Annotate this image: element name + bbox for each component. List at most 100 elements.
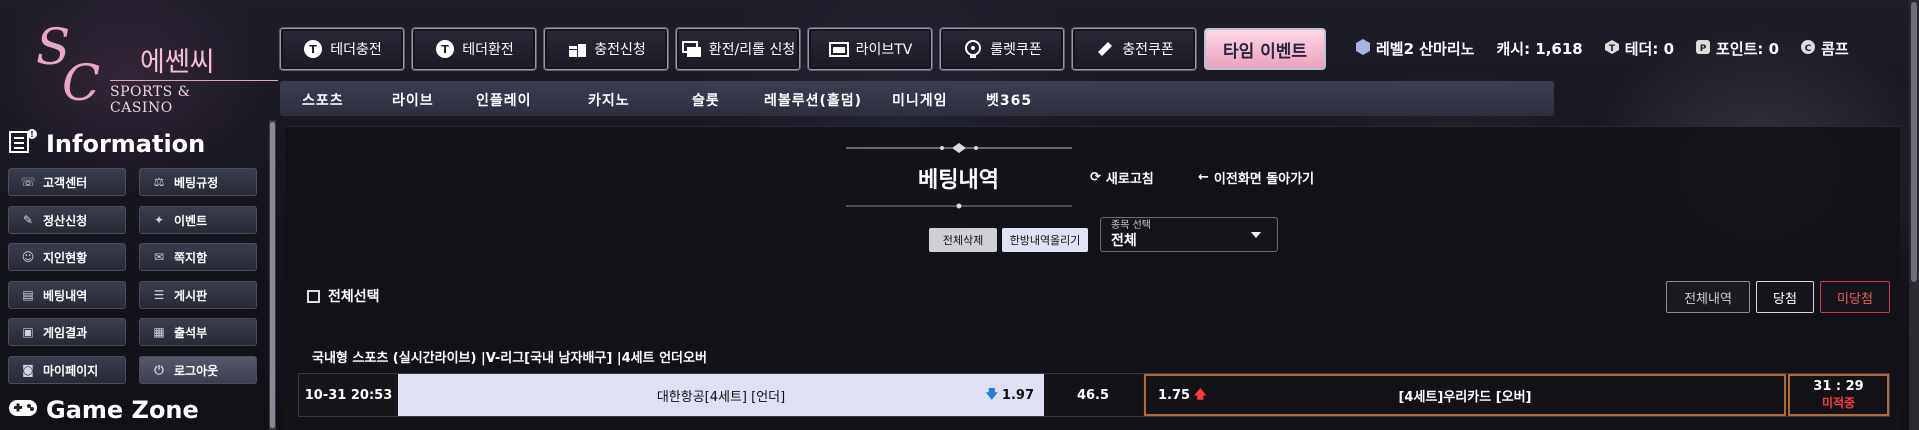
- go-back-button[interactable]: ← 이전화면 돌아가기: [1198, 168, 1314, 187]
- select-all[interactable]: 전체선택: [307, 286, 380, 306]
- sidebar-item-attendance[interactable]: ▦ 출석부: [139, 318, 257, 346]
- nav-casino[interactable]: 카지노: [588, 90, 630, 110]
- withdraw-request-button[interactable]: 환전/리롤 신청: [676, 28, 800, 70]
- delete-all-button[interactable]: 전체삭제: [929, 228, 997, 252]
- sidebar-item-label: 지인현황: [43, 250, 88, 265]
- settlement-icon: ✎: [22, 213, 34, 227]
- information-title-text: Information: [46, 130, 206, 158]
- nav-minigame[interactable]: 미니게임: [892, 90, 948, 110]
- user-tether: T 테더: 0: [1604, 38, 1674, 59]
- bet-home-pick[interactable]: 대한항공[4세트] [언더] 🡇 1.97: [398, 374, 1044, 416]
- svg-text:T: T: [1609, 44, 1616, 54]
- bet-score: 31 : 29: [1813, 379, 1864, 394]
- deposit-request-button[interactable]: 충전신청: [544, 28, 668, 70]
- bet-header: 국내형 스포츠 (실시간라이브) |V-리그[국내 남자배구] |4세트 언더오…: [312, 351, 707, 366]
- headset-icon: ☏: [20, 175, 36, 189]
- filter-lose-button[interactable]: 미당첨: [1820, 281, 1890, 313]
- sidebar-item-label: 고객센터: [43, 175, 88, 190]
- go-back-label: 이전화면 돌아가기: [1213, 172, 1315, 187]
- bet-home-odds: 🡇 1.97: [986, 374, 1034, 416]
- sidebar-scrollbar-thumb[interactable]: [270, 122, 275, 428]
- sidebar-item-label: 로그아웃: [174, 363, 219, 378]
- live-tv-button[interactable]: 라이브TV: [808, 28, 932, 70]
- comp-badge-icon: C: [1801, 39, 1816, 58]
- sidebar-item-friends[interactable]: ☺ 지인현황: [8, 243, 126, 271]
- user-points: P 포인트: 0: [1696, 38, 1779, 59]
- tether-exchange-button[interactable]: T 테더환전: [412, 28, 536, 70]
- sidebar-item-label: 출석부: [174, 325, 208, 340]
- select-all-checkbox[interactable]: [307, 289, 320, 303]
- sidebar: ! Information ☏ 고객센터 ⚖ 베팅규정 ✎ 정산신청 ✦ 이벤트 ☺ 지인…: [0, 120, 270, 430]
- attendance-icon: ▦: [153, 325, 165, 339]
- sidebar-item-settlement[interactable]: ✎ 정산신청: [8, 206, 126, 234]
- sport-select[interactable]: 종목 선택 전체: [1100, 217, 1278, 252]
- sidebar-item-label: 베팅규정: [174, 175, 219, 190]
- sport-select-value: 전체: [1111, 233, 1137, 249]
- sport-select-label: 종목 선택: [1111, 220, 1151, 231]
- gamepad-icon: [8, 396, 38, 424]
- nav-revolution-holdem[interactable]: 레볼루션(홀덤): [764, 90, 862, 110]
- nav-slot[interactable]: 슬롯: [692, 90, 720, 110]
- bet-status: 미적중: [1821, 396, 1856, 410]
- sidebar-item-betting-rules[interactable]: ⚖ 베팅규정: [139, 168, 257, 196]
- withdraw-request-label: 환전/리롤 신청: [708, 42, 796, 58]
- sidebar-item-label: 게임결과: [43, 325, 88, 340]
- nav-bet365[interactable]: 벳365: [986, 90, 1032, 110]
- logo-korean: 에쎈씨: [140, 47, 215, 78]
- logo-english: SPORTS & CASINO: [110, 84, 191, 116]
- sidebar-item-game-results[interactable]: ▣ 게임결과: [8, 318, 126, 346]
- info-list-icon: !: [8, 128, 38, 160]
- sidebar-item-board[interactable]: ☰ 게시판: [139, 281, 257, 309]
- page-title: 베팅내역: [918, 168, 999, 193]
- arrow-down-icon: 🡇: [985, 386, 998, 401]
- tether-deposit-icon: T: [302, 38, 324, 60]
- user-cash: 캐시: 1,618: [1496, 38, 1582, 59]
- user-info-bar: 레벨2 산마리노 캐시: 1,618 T 테더: 0 P 포인트: 0 C 콤프: [1356, 38, 1849, 59]
- site-logo[interactable]: S C 에쎈씨 SPORTS & CASINO: [36, 22, 278, 116]
- user-level[interactable]: 레벨2 산마리노: [1356, 38, 1474, 59]
- roulette-coupon-button[interactable]: 룰렛쿠폰: [940, 28, 1064, 70]
- sidebar-item-label: 쪽지함: [174, 250, 208, 265]
- refresh-button[interactable]: ⟳ 새로고침: [1090, 168, 1154, 187]
- arrow-left-icon: ←: [1198, 170, 1209, 185]
- sidebar-item-messages[interactable]: ✉ 쪽지함: [139, 243, 257, 271]
- deposit-request-label: 충전신청: [594, 42, 646, 58]
- bet-away-pick[interactable]: 1.75 🡅 [4세트]우리카드 [오버]: [1144, 374, 1786, 416]
- user-cash-label: 캐시: 1,618: [1496, 40, 1583, 58]
- filter-all-button[interactable]: 전체내역: [1666, 281, 1750, 313]
- sidebar-item-customer-center[interactable]: ☏ 고객센터: [8, 168, 126, 196]
- sidebar-item-label: 베팅내역: [43, 288, 88, 303]
- page-scrollbar-thumb[interactable]: [1911, 2, 1917, 282]
- sidebar-item-logout[interactable]: ⏻ 로그아웃: [139, 356, 257, 384]
- power-icon: ⏻: [154, 362, 164, 377]
- tether-deposit-button[interactable]: T 테더충전: [280, 28, 404, 70]
- refresh-icon: ⟳: [1090, 170, 1101, 185]
- bet-away-name: [4세트]우리카드 [오버]: [1398, 389, 1532, 405]
- bet-away-odds: 1.75 🡅: [1158, 376, 1206, 414]
- upload-all-button[interactable]: 한방내역올리기: [1002, 228, 1088, 252]
- roulette-coupon-label: 룰렛쿠폰: [990, 42, 1042, 58]
- sidebar-item-betting-history[interactable]: ▤ 베팅내역: [8, 281, 126, 309]
- game-zone-title: Game Zone: [8, 396, 199, 424]
- filter-win-button[interactable]: 당첨: [1756, 281, 1814, 313]
- nav-live[interactable]: 라이브: [392, 90, 434, 110]
- user-comp[interactable]: C 콤프: [1801, 38, 1849, 59]
- tether-badge-icon: T: [1604, 39, 1619, 58]
- logo-divider: [110, 80, 278, 81]
- bet-row: 10-31 20:53 대한항공[4세트] [언더] 🡇 1.97 46.5 1…: [298, 373, 1890, 417]
- sidebar-item-label: 이벤트: [174, 213, 208, 228]
- bet-home-odds-value: 1.97: [1001, 387, 1034, 403]
- user-points-label: 포인트: 0: [1716, 40, 1780, 58]
- nav-inplay[interactable]: 인플레이: [476, 90, 532, 110]
- information-title: ! Information: [8, 128, 205, 160]
- sidebar-item-event[interactable]: ✦ 이벤트: [139, 206, 257, 234]
- svg-text:T: T: [441, 43, 449, 56]
- live-tv-label: 라이브TV: [855, 42, 913, 58]
- user-icon: ◙: [22, 363, 34, 377]
- sidebar-item-mypage[interactable]: ◙ 마이페이지: [8, 356, 126, 384]
- arrow-up-icon: 🡅: [1194, 386, 1207, 401]
- points-badge-icon: P: [1696, 39, 1711, 58]
- time-event-button[interactable]: 타임 이벤트: [1204, 28, 1326, 70]
- nav-sports[interactable]: 스포츠: [302, 90, 344, 110]
- deposit-coupon-button[interactable]: 충전쿠폰: [1072, 28, 1196, 70]
